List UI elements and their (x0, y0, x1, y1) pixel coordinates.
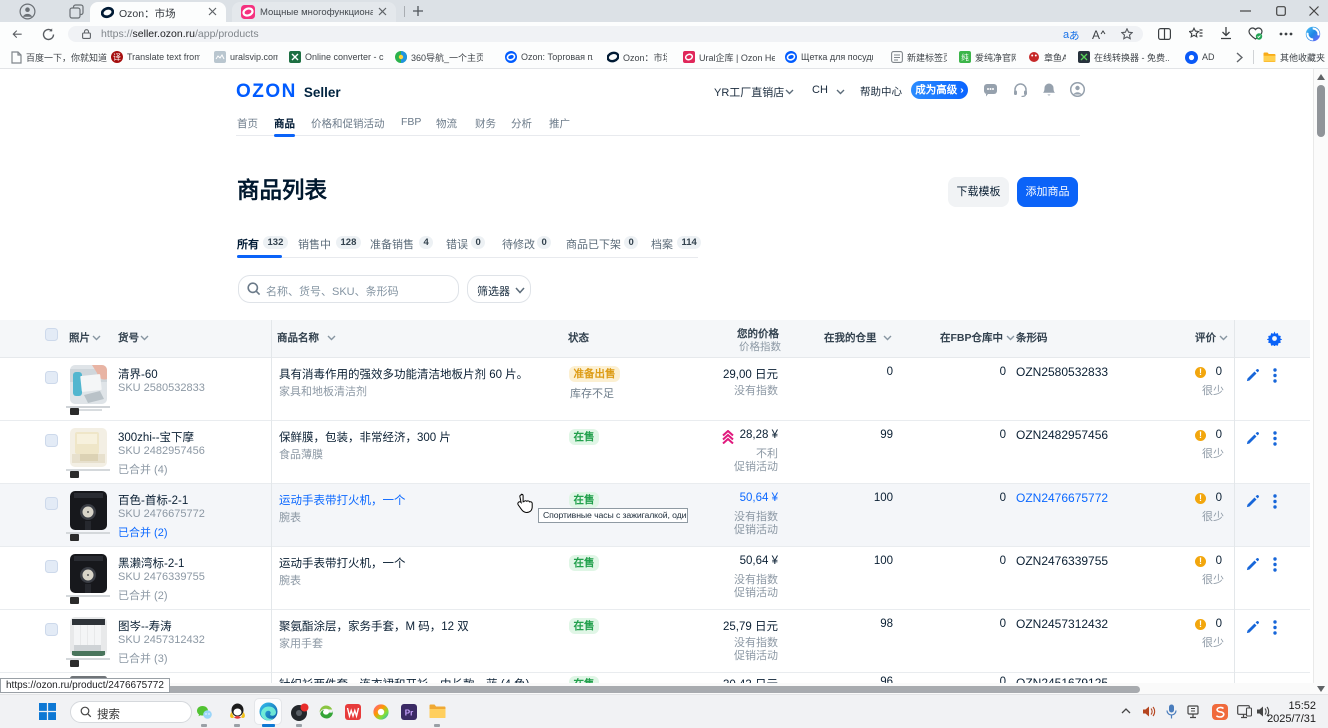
svg-text:あ: あ (1069, 28, 1080, 40)
svg-text:A: A (1092, 28, 1100, 41)
svg-text:纯: 纯 (961, 52, 969, 63)
svg-text:Pr: Pr (405, 709, 413, 718)
svg-text:译: 译 (113, 52, 121, 63)
